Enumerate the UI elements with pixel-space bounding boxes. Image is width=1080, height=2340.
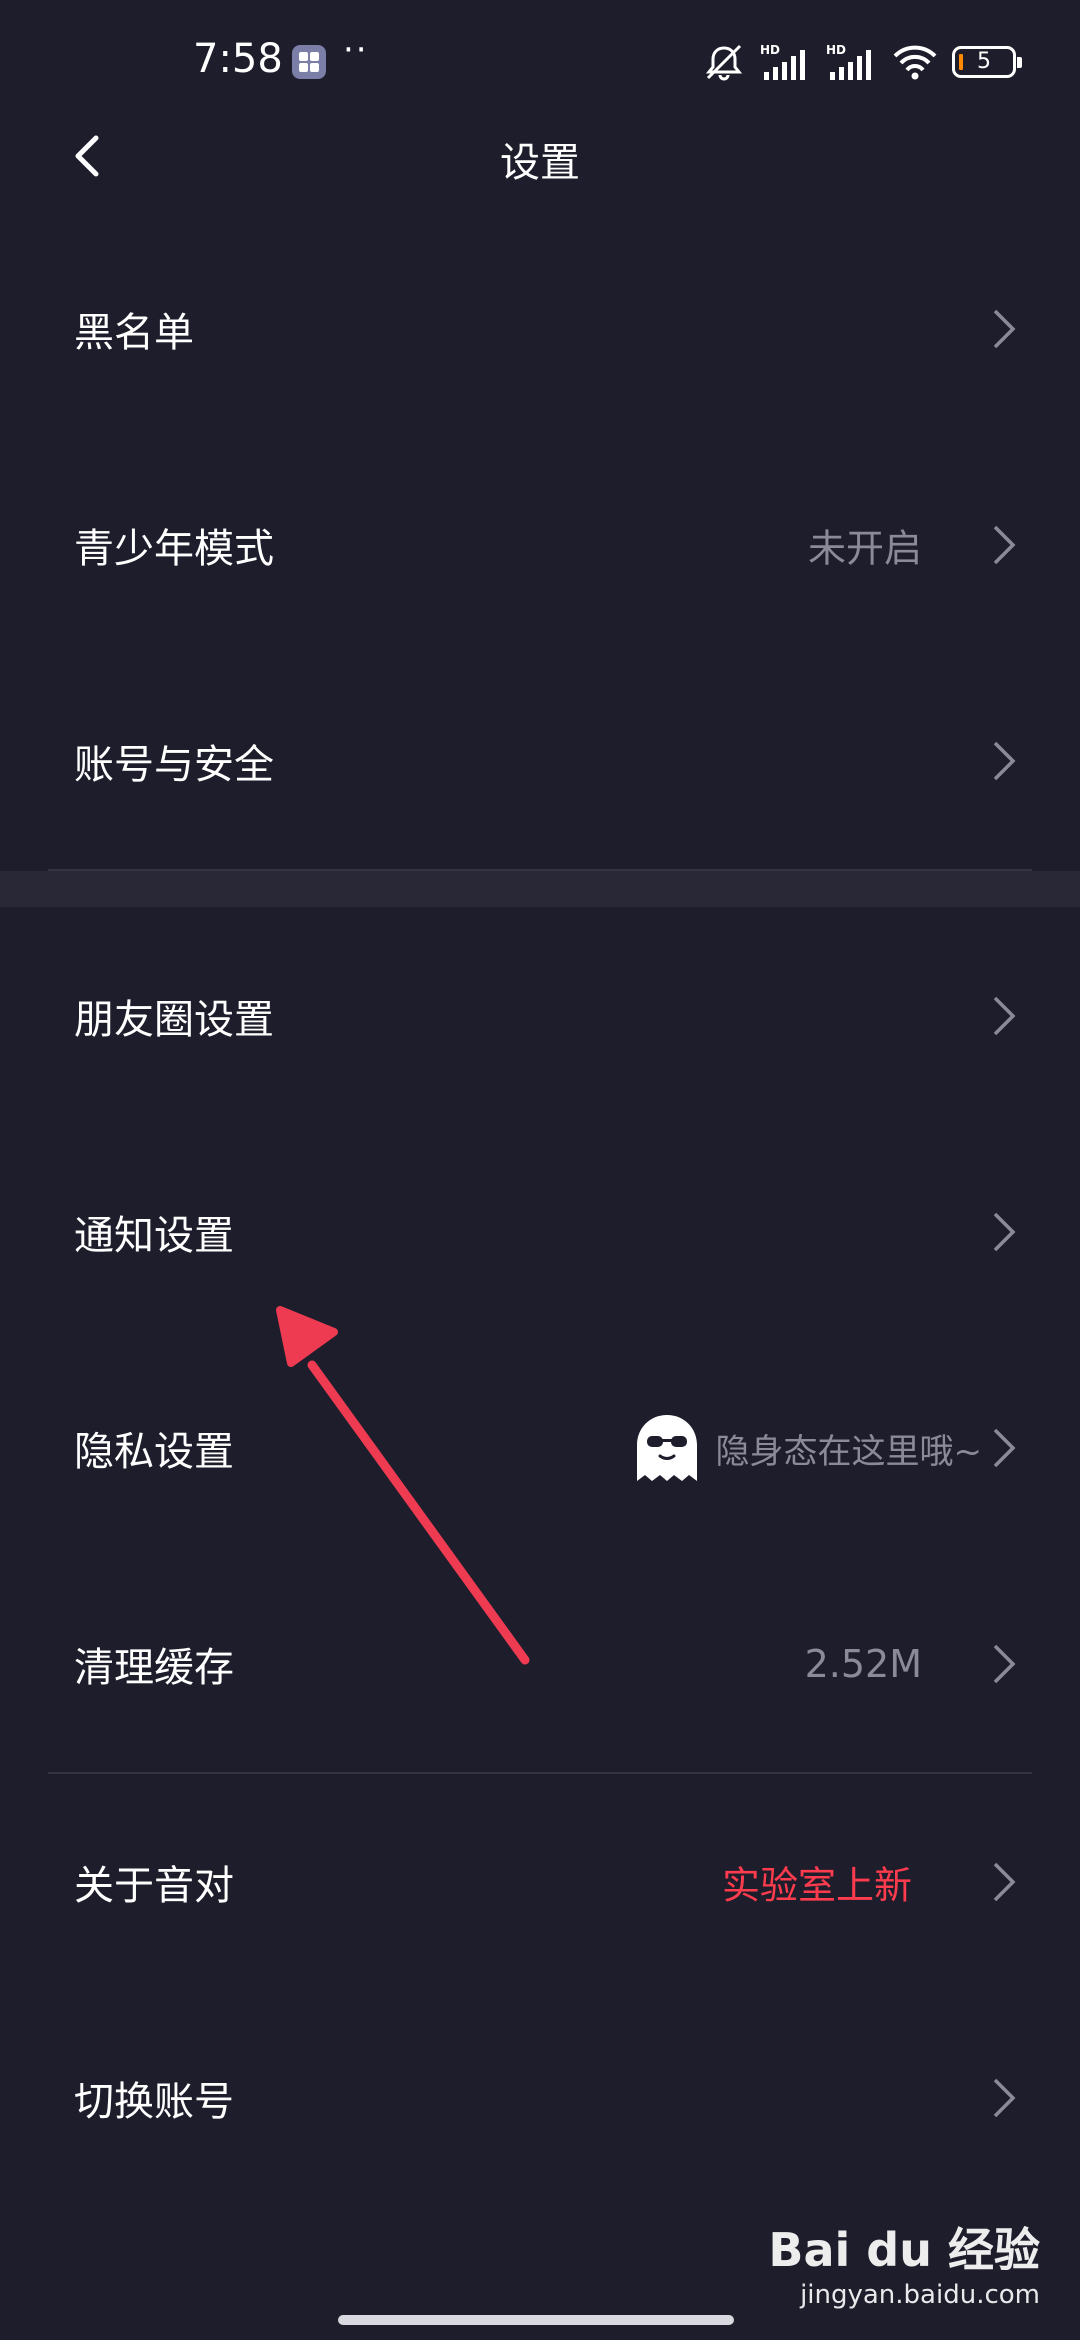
row-label: 通知设置 — [74, 1213, 234, 1259]
status-time: 7:58 — [193, 36, 283, 82]
row-value: 未开启 — [807, 526, 922, 571]
status-bar: 7:58 ·· HD HD 5 — [0, 0, 1080, 120]
row-notification-settings[interactable]: 通知设置 — [0, 1124, 1080, 1340]
page-title: 设置 — [500, 140, 580, 186]
row-label: 关于音对 — [74, 1863, 234, 1909]
row-blacklist[interactable]: 黑名单 — [0, 221, 1080, 437]
header: 设置 — [0, 110, 1080, 200]
row-moments-settings[interactable]: 朋友圈设置 — [0, 908, 1080, 1124]
row-value: 实验室上新 — [721, 1863, 912, 1908]
row-label: 隐私设置 — [74, 1429, 234, 1475]
chevron-right-icon — [993, 741, 1016, 781]
ghost-icon — [636, 1415, 697, 1481]
row-label: 清理缓存 — [74, 1645, 234, 1691]
row-account-security[interactable]: 账号与安全 — [0, 653, 1080, 869]
baidu-watermark: Bai du 经验 jingyan.baidu.com — [768, 2214, 1040, 2310]
chevron-right-icon — [993, 1212, 1016, 1252]
chevron-right-icon — [993, 1644, 1016, 1684]
chevron-right-icon — [993, 1862, 1016, 1902]
row-about[interactable]: 关于音对 实验室上新 — [0, 1774, 1080, 1990]
row-clear-cache[interactable]: 清理缓存 2.52M — [0, 1556, 1080, 1772]
svg-text:HD: HD — [826, 43, 846, 57]
row-label: 朋友圈设置 — [74, 997, 274, 1043]
row-teen-mode[interactable]: 青少年模式 未开启 — [0, 437, 1080, 653]
signal-hd-icon: HD — [760, 43, 805, 80]
row-value: 隐身态在这里哦~ — [715, 1431, 983, 1472]
svg-text:HD: HD — [760, 43, 780, 57]
mute-icon — [705, 44, 743, 81]
chevron-right-icon — [993, 525, 1016, 565]
notification-dots: ·· — [343, 30, 369, 70]
section-separator — [0, 871, 1080, 907]
battery-icon: 5 — [952, 46, 1022, 78]
app-icon — [292, 45, 326, 79]
home-indicator[interactable] — [338, 2315, 734, 2325]
row-label: 黑名单 — [74, 310, 194, 356]
row-label: 账号与安全 — [74, 742, 274, 788]
chevron-right-icon — [993, 2078, 1016, 2118]
privacy-hint: 隐身态在这里哦~ — [630, 1412, 983, 1484]
chevron-right-icon — [993, 996, 1016, 1036]
chevron-right-icon — [993, 1428, 1016, 1468]
signal-hd-icon: HD — [826, 43, 871, 80]
row-label: 青少年模式 — [74, 526, 274, 572]
chevron-right-icon — [993, 309, 1016, 349]
wifi-icon — [893, 45, 937, 80]
status-icons: HD HD 5 — [702, 40, 1022, 84]
row-value: 2.52M — [804, 1642, 922, 1686]
watermark-logo: Bai du 经验 — [768, 2223, 1040, 2277]
watermark-url: jingyan.baidu.com — [800, 2280, 1040, 2310]
row-label: 切换账号 — [74, 2079, 234, 2125]
row-privacy-settings[interactable]: 隐私设置 隐身态在这里哦~ — [0, 1340, 1080, 1556]
row-switch-account[interactable]: 切换账号 — [0, 1990, 1080, 2206]
